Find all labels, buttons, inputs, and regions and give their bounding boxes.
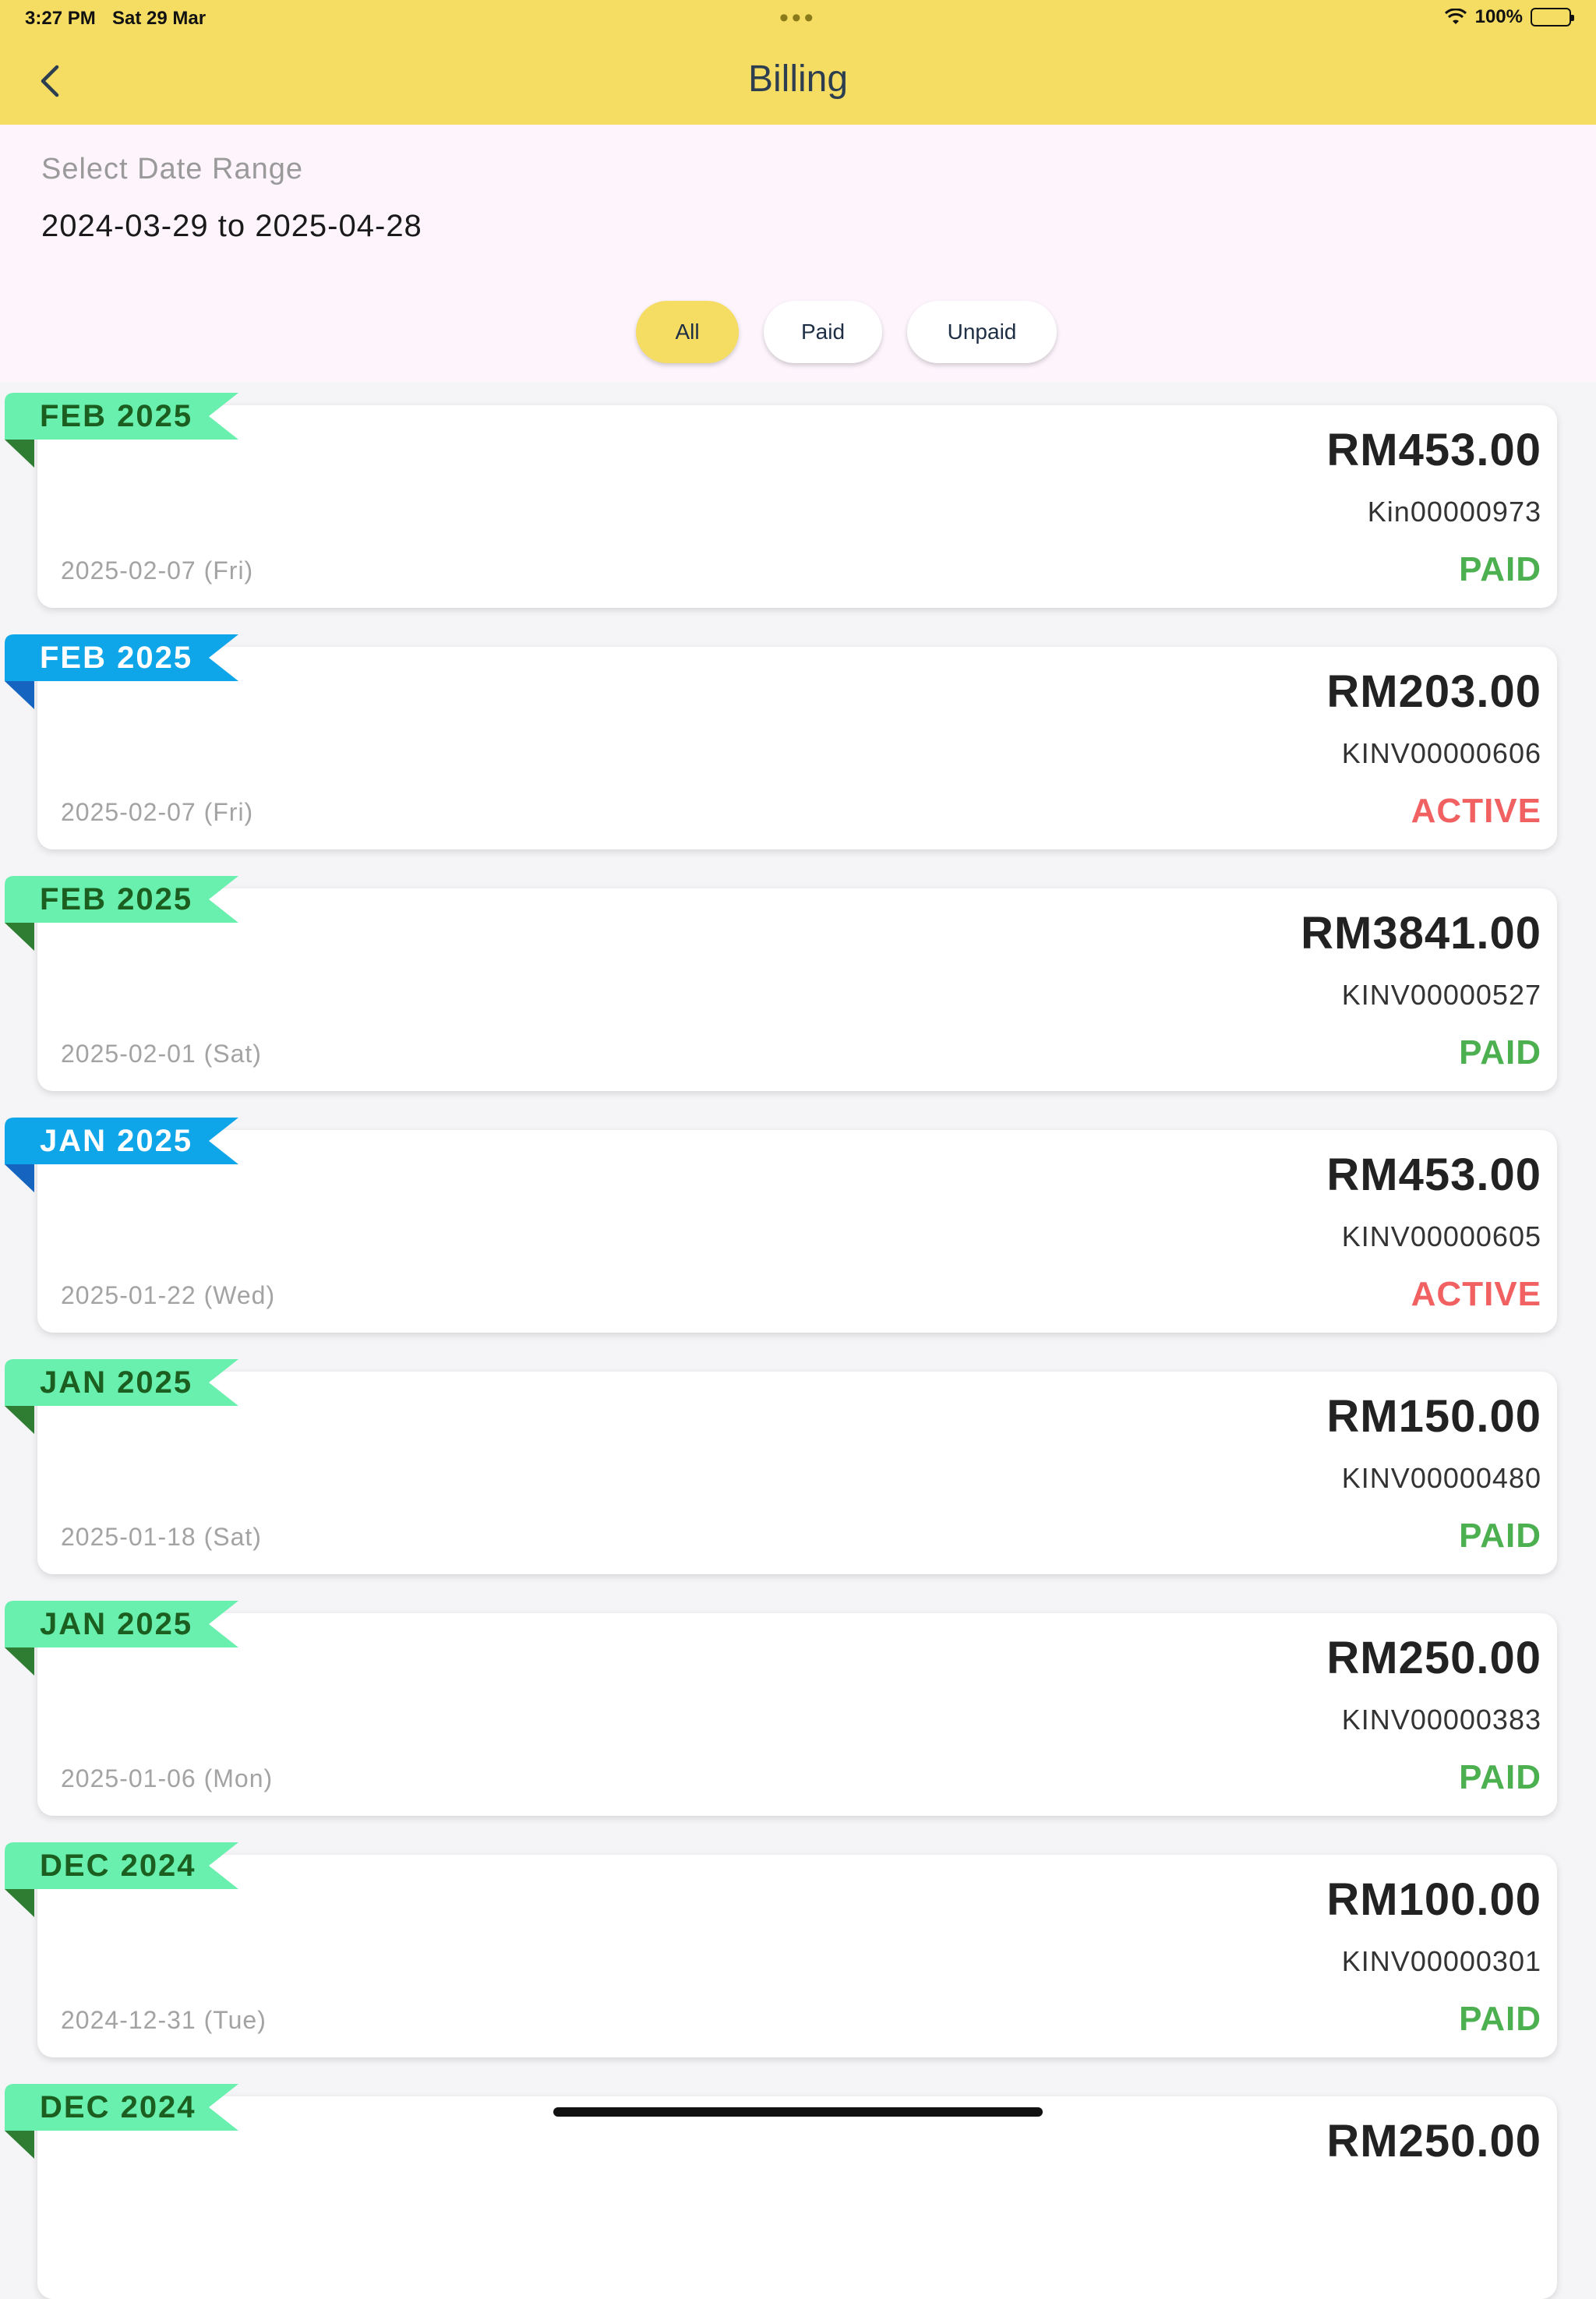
bill-amount: RM453.00 xyxy=(1326,1150,1541,1200)
month-ribbon: DEC 2024 xyxy=(5,2084,238,2159)
bill-date: 2024-12-31 (Tue) xyxy=(61,2006,267,2034)
bill-card[interactable]: RM453.00 Kin00000973 PAID 2025-02-07 (Fri) xyxy=(37,405,1557,608)
page-title: Billing xyxy=(747,58,849,100)
month-label: FEB 2025 xyxy=(40,641,193,675)
status-time: 3:27 PM xyxy=(25,8,96,29)
status-filter-chips: All Paid Unpaid xyxy=(0,301,1596,363)
bill-invoice-number: KINV00000301 xyxy=(1341,1945,1541,1977)
bill-card[interactable]: RM203.00 KINV00000606 ACTIVE 2025-02-07 (Fr… xyxy=(37,647,1557,849)
month-label: DEC 2024 xyxy=(40,1849,196,1883)
bill-date: 2025-01-18 (Sat) xyxy=(61,1523,262,1551)
month-ribbon: FEB 2025 xyxy=(5,634,238,709)
date-range-label: Select Date Range xyxy=(41,153,303,185)
status-right: 100% xyxy=(1444,6,1574,28)
bill-invoice-number: Kin00000973 xyxy=(1367,496,1541,528)
bill-amount: RM250.00 xyxy=(1326,2116,1541,2167)
bill-amount: RM150.00 xyxy=(1326,1391,1541,1442)
bill-list-item[interactable]: RM100.00 KINV00000301 PAID 2024-12-31 (Tue)… xyxy=(0,1831,1596,2057)
filter-chip-unpaid[interactable]: Unpaid xyxy=(907,301,1057,363)
bill-invoice-number: KINV00000605 xyxy=(1341,1220,1541,1252)
wifi-icon xyxy=(1444,9,1467,24)
filter-chip-all[interactable]: All xyxy=(636,301,739,363)
month-ribbon: JAN 2025 xyxy=(5,1118,238,1192)
bill-card[interactable]: RM250.00 xyxy=(37,2096,1557,2299)
bill-status-badge: PAID xyxy=(1459,1517,1541,1555)
bill-amount: RM100.00 xyxy=(1326,1874,1541,1925)
month-label: FEB 2025 xyxy=(40,399,193,433)
bill-status-badge: PAID xyxy=(1459,2000,1541,2038)
month-ribbon: FEB 2025 xyxy=(5,876,238,951)
month-label: DEC 2024 xyxy=(40,2090,196,2124)
month-ribbon: JAN 2025 xyxy=(5,1601,238,1676)
month-ribbon: FEB 2025 xyxy=(5,393,238,468)
bill-invoice-number: KINV00000383 xyxy=(1341,1704,1541,1736)
bill-amount: RM203.00 xyxy=(1326,666,1541,717)
bill-invoice-number: KINV00000606 xyxy=(1341,737,1541,769)
status-bar: 3:27 PM Sat 29 Mar ••• 100% xyxy=(0,0,1596,37)
home-indicator xyxy=(553,2107,1043,2117)
month-label: JAN 2025 xyxy=(40,1607,193,1641)
bill-status-badge: ACTIVE xyxy=(1411,1275,1541,1313)
multitasking-dots-icon[interactable]: ••• xyxy=(779,3,817,34)
bill-date: 2025-02-01 (Sat) xyxy=(61,1040,262,1068)
bill-date: 2025-02-07 (Fri) xyxy=(61,556,254,584)
date-filter-panel: Select Date Range 2024-03-29 to 2025-04-… xyxy=(0,125,1596,382)
bill-card[interactable]: RM453.00 KINV00000605 ACTIVE 2025-01-22 (We… xyxy=(37,1130,1557,1333)
month-ribbon: DEC 2024 xyxy=(5,1842,238,1917)
bill-card[interactable]: RM3841.00 KINV00000527 PAID 2025-02-01 (Sat… xyxy=(37,888,1557,1091)
bill-list-item[interactable]: RM3841.00 KINV00000527 PAID 2025-02-01 (Sat… xyxy=(0,865,1596,1091)
bill-invoice-number: KINV00000527 xyxy=(1341,979,1541,1011)
bill-amount: RM250.00 xyxy=(1326,1633,1541,1683)
bill-status-badge: ACTIVE xyxy=(1411,792,1541,830)
app-bar: Billing xyxy=(0,37,1596,125)
bill-card[interactable]: RM250.00 KINV00000383 PAID 2025-01-06 (Mon) xyxy=(37,1613,1557,1816)
bill-date: 2025-01-06 (Mon) xyxy=(61,1764,274,1792)
bill-card[interactable]: RM150.00 KINV00000480 PAID 2025-01-18 (Sat) xyxy=(37,1372,1557,1574)
bill-list-item[interactable]: RM453.00 Kin00000973 PAID 2025-02-07 (Fri) F… xyxy=(0,382,1596,608)
date-range-picker[interactable]: 2024-03-29 to 2025-04-28 xyxy=(41,209,422,244)
bill-card[interactable]: RM100.00 KINV00000301 PAID 2024-12-31 (Tue) xyxy=(37,1855,1557,2057)
bill-invoice-number: KINV00000480 xyxy=(1341,1462,1541,1494)
bill-list-item[interactable]: RM250.00 KINV00000383 PAID 2025-01-06 (Mon)… xyxy=(0,1590,1596,1816)
battery-icon xyxy=(1531,8,1574,26)
bill-list-item[interactable]: RM203.00 KINV00000606 ACTIVE 2025-02-07 (Fr… xyxy=(0,623,1596,849)
bill-status-badge: PAID xyxy=(1459,550,1541,588)
bill-date: 2025-01-22 (Wed) xyxy=(61,1281,276,1309)
status-date: Sat 29 Mar xyxy=(112,8,207,29)
filter-chip-paid[interactable]: Paid xyxy=(764,301,882,363)
bill-date: 2025-02-07 (Fri) xyxy=(61,798,254,826)
bill-status-badge: PAID xyxy=(1459,1033,1541,1072)
month-ribbon: JAN 2025 xyxy=(5,1359,238,1434)
bill-list-item[interactable]: RM453.00 KINV00000605 ACTIVE 2025-01-22 (We… xyxy=(0,1107,1596,1333)
month-label: FEB 2025 xyxy=(40,882,193,916)
bill-status-badge: PAID xyxy=(1459,1758,1541,1796)
month-label: JAN 2025 xyxy=(40,1365,193,1400)
bill-amount: RM3841.00 xyxy=(1301,908,1541,959)
battery-percent: 100% xyxy=(1474,6,1523,27)
bill-list-item[interactable]: RM150.00 KINV00000480 PAID 2025-01-18 (Sat)… xyxy=(0,1348,1596,1574)
bill-amount: RM453.00 xyxy=(1326,425,1541,475)
month-label: JAN 2025 xyxy=(40,1124,193,1158)
